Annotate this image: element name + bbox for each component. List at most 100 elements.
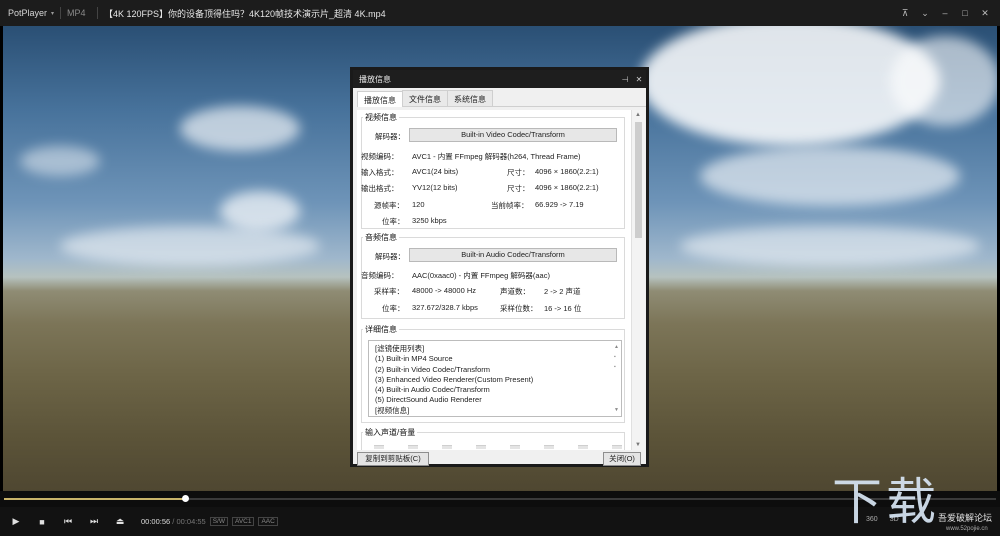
- tab-playback-info[interactable]: 播放信息: [357, 91, 403, 107]
- video-codec-badge[interactable]: AVC1: [231, 517, 255, 526]
- levels-title: 输入声道/音量: [363, 427, 418, 438]
- level-meter: [612, 445, 622, 449]
- watermark-logo: 下载: [832, 473, 940, 531]
- dialog-title-bar[interactable]: 播放信息 ⊣ ✕: [353, 70, 646, 88]
- audio-codec-value: AAC(0xaac0) - 内置 FFmpeg 解码器(aac): [412, 271, 550, 280]
- app-menu-button[interactable]: PotPlayer ▾: [0, 8, 60, 18]
- cloud-shape: [890, 36, 1000, 126]
- previous-icon[interactable]: ⏮: [55, 516, 81, 527]
- pin-icon[interactable]: ⊣: [618, 75, 632, 84]
- info-panel: 视频信息 解码器： Built-in Video Codec/Transform…: [357, 110, 631, 450]
- total-time: 00:04:55: [176, 517, 206, 526]
- output-size-value: 4096 × 1860(2.2:1): [535, 183, 599, 192]
- details-title: 详细信息: [363, 324, 399, 335]
- scroll-mark-icon: ▪: [614, 364, 616, 370]
- details-line: (4) Built-in Audio Codec/Transform: [375, 385, 490, 395]
- close-icon[interactable]: ✕: [632, 75, 646, 84]
- input-format-value: AVC1(24 bits): [412, 167, 459, 176]
- details-line: (5) DirectSound Audio Renderer: [375, 395, 482, 405]
- scroll-thumb[interactable]: [635, 122, 642, 238]
- details-line: (2) Built-in Video Codec/Transform: [375, 364, 491, 374]
- video-decoder-label: 解码器：: [375, 132, 405, 141]
- decoder-badge[interactable]: S/W: [209, 517, 228, 526]
- chevron-down-icon: ▾: [51, 10, 55, 17]
- channels-label: 声道数：: [500, 287, 530, 296]
- audio-decoder-button[interactable]: Built-in Audio Codec/Transform: [409, 248, 617, 262]
- details-textbox[interactable]: [滤镜使用列表] (1) Built-in MP4 Source (2) Bui…: [368, 340, 622, 417]
- divider: [60, 7, 61, 19]
- output-size-label: 尺寸：: [507, 184, 530, 193]
- level-meter: [578, 445, 588, 449]
- details-scrollbar[interactable]: ▲ ▪ ▪ ▼: [613, 342, 620, 415]
- audio-codec-label: 音频编码：: [361, 271, 399, 280]
- next-icon[interactable]: ⏭: [81, 516, 107, 527]
- level-meter: [442, 445, 452, 449]
- watermark-url: www.52pojie.cn: [946, 526, 988, 532]
- cloud-shape: [700, 146, 960, 206]
- divider: [97, 7, 98, 19]
- sample-bits-label: 采样位数：: [500, 304, 538, 313]
- audio-bitrate-value: 327.672/328.7 kbps: [412, 303, 478, 312]
- input-size-value: 4096 × 1860(2.2:1): [535, 167, 599, 176]
- video-codec-label: 视频编码：: [361, 152, 399, 161]
- menu-icon[interactable]: ⌄: [920, 8, 930, 19]
- seek-handle[interactable]: [181, 495, 189, 502]
- details-line: (1) Built-in MP4 Source: [375, 354, 453, 364]
- audio-codec-badge[interactable]: AAC: [258, 517, 278, 526]
- tab-file-info[interactable]: 文件信息: [402, 90, 448, 106]
- input-format-label: 输入格式：: [361, 168, 399, 177]
- stop-icon[interactable]: ■: [29, 517, 55, 527]
- output-format-label: 输出格式：: [361, 184, 399, 193]
- dialog-title: 播放信息: [359, 74, 391, 84]
- current-fps-value: 66.929 -> 7.19: [535, 200, 584, 209]
- sample-bits-value: 16 -> 16 位: [544, 304, 582, 313]
- tab-bar: 播放信息 文件信息 系统信息: [357, 90, 646, 107]
- level-meter: [374, 445, 384, 449]
- details-line: [滤镜使用列表]: [375, 344, 425, 353]
- scroll-down-icon[interactable]: ▼: [635, 442, 641, 448]
- cloud-shape: [20, 146, 100, 176]
- source-fps-value: 120: [412, 200, 425, 209]
- scroll-mark-icon: ▪: [614, 354, 616, 360]
- panel-scrollbar[interactable]: ▲ ▼: [631, 110, 645, 450]
- audio-bitrate-label: 位率：: [382, 304, 405, 313]
- video-decoder-button[interactable]: Built-in Video Codec/Transform: [409, 128, 617, 142]
- level-meter: [510, 445, 520, 449]
- level-meter: [408, 445, 418, 449]
- video-border-left: [0, 26, 3, 491]
- window-controls: ⊼ ⌄ – □ ✕: [900, 8, 1000, 19]
- maximize-icon[interactable]: □: [960, 8, 970, 19]
- close-icon[interactable]: ✕: [980, 8, 990, 19]
- format-label: MP4: [67, 8, 86, 18]
- close-button[interactable]: 关闭(O): [603, 452, 641, 466]
- audio-info-title: 音频信息: [363, 232, 399, 243]
- scroll-down-icon[interactable]: ▼: [614, 405, 619, 415]
- audio-decoder-label: 解码器：: [375, 252, 405, 261]
- details-group: [滤镜使用列表] (1) Built-in MP4 Source (2) Bui…: [361, 329, 625, 423]
- cloud-shape: [680, 226, 980, 266]
- current-fps-label: 当前帧率：: [491, 201, 529, 210]
- file-title: 【4K 120FPS】你的设备顶得住吗？4K120帧技术演示片_超清 4K.mp…: [104, 8, 386, 19]
- time-separator: /: [172, 517, 175, 526]
- details-line: (3) Enhanced Video Renderer(Custom Prese…: [375, 374, 534, 384]
- cloud-shape: [220, 191, 300, 231]
- copy-to-clipboard-button[interactable]: 复制到剪贴板(C): [357, 452, 429, 466]
- cloud-shape: [180, 106, 300, 151]
- eject-icon[interactable]: ⏏: [107, 516, 133, 527]
- playback-info-dialog: 播放信息 ⊣ ✕ 播放信息 文件信息 系统信息 视频信息 解码器： Built-…: [350, 67, 649, 467]
- video-codec-value: AVC1 - 内置 FFmpeg 解码器(h264, Thread Frame): [412, 152, 581, 161]
- time-display[interactable]: 00:00:56 / 00:04:55: [141, 517, 206, 526]
- video-info-title: 视频信息: [363, 112, 399, 123]
- minimize-icon[interactable]: –: [940, 8, 950, 19]
- source-fps-label: 源帧率：: [374, 201, 404, 210]
- sample-rate-label: 采样率：: [374, 287, 404, 296]
- pin-icon[interactable]: ⊼: [900, 8, 910, 19]
- play-icon[interactable]: ▶: [3, 516, 29, 527]
- tab-system-info[interactable]: 系统信息: [447, 90, 493, 106]
- video-bitrate-label: 位率：: [382, 217, 405, 226]
- app-name: PotPlayer: [8, 8, 48, 18]
- level-meters: [374, 445, 622, 449]
- scroll-up-icon[interactable]: ▲: [635, 112, 641, 118]
- scroll-up-icon[interactable]: ▲: [614, 342, 619, 352]
- seek-progress: [4, 498, 185, 500]
